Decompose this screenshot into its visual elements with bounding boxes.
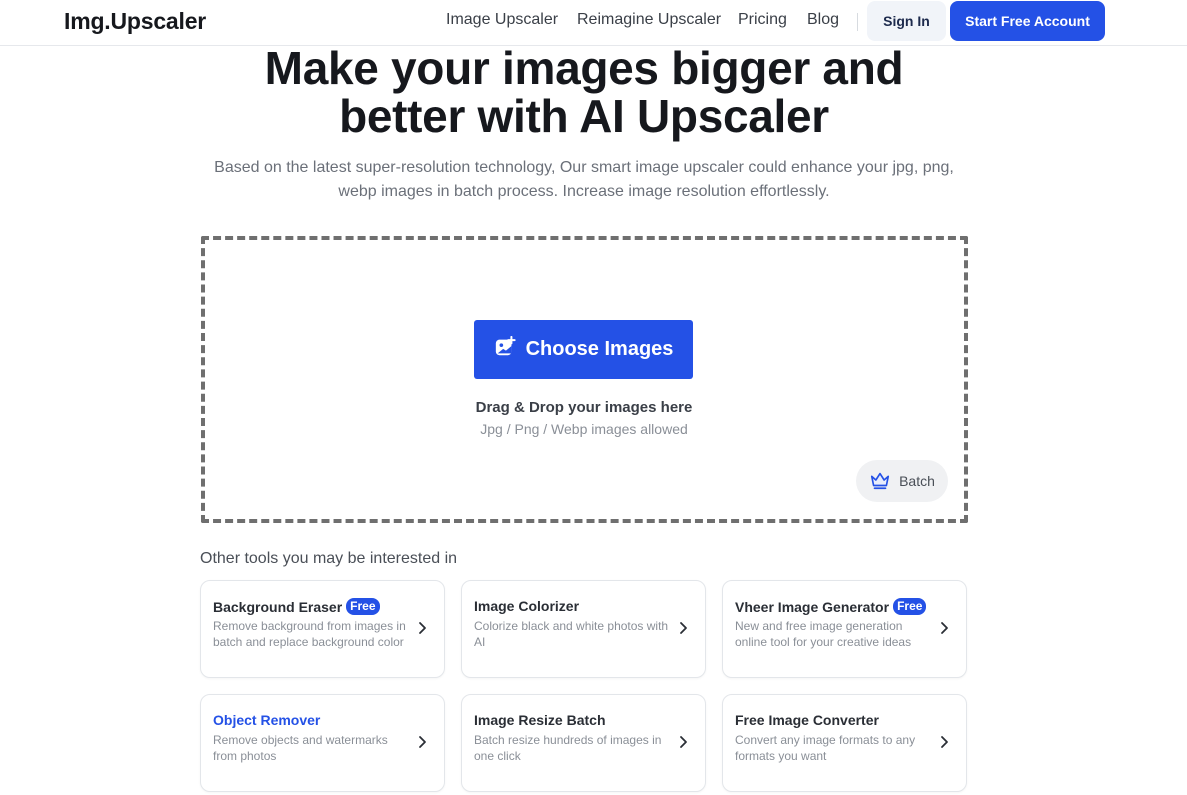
tool-card-title: Free Image Converter	[735, 712, 879, 728]
free-badge: Free	[346, 598, 380, 615]
nav-divider	[857, 13, 858, 31]
start-free-account-button[interactable]: Start Free Account	[950, 1, 1105, 41]
tool-card-description: Batch resize hundreds of images in one c…	[474, 733, 662, 763]
tool-card-description: Remove objects and watermarks from photo…	[213, 733, 388, 763]
hero-subtitle: Based on the latest super-resolution tec…	[200, 156, 968, 204]
free-badge: Free	[893, 598, 927, 615]
nav-link-image-upscaler[interactable]: Image Upscaler	[446, 11, 558, 29]
image-dropzone[interactable]	[201, 236, 968, 523]
choose-images-label: Choose Images	[525, 338, 674, 360]
tool-card-description: Colorize black and white photos with AI	[474, 619, 669, 649]
batch-button[interactable]: Batch	[856, 460, 948, 502]
chevron-right-icon	[419, 622, 426, 634]
chevron-right-icon	[941, 736, 948, 748]
hero-title-line-1: Make your images bigger and	[264, 42, 904, 94]
batch-label: Batch	[899, 473, 935, 489]
tool-card-background-eraser[interactable]: Background Eraser Free Remove background…	[200, 580, 445, 678]
top-nav-bar: Img.Upscaler Image Upscaler Reimagine Up…	[0, 0, 1187, 46]
add-image-icon	[494, 335, 516, 364]
other-tools-heading: Other tools you may be interested in	[200, 550, 458, 567]
tool-card-title: Object Remover	[213, 712, 321, 728]
tool-card-image-resize-batch[interactable]: Image Resize Batch Batch resize hundreds…	[461, 694, 706, 792]
tool-card-image-colorizer[interactable]: Image Colorizer Colorize black and white…	[461, 580, 706, 678]
tool-card-description: Remove background from images in batch a…	[213, 619, 406, 649]
allowed-formats-text: Jpg / Png / Webp images allowed	[480, 421, 688, 437]
tool-card-vheer-image-generator[interactable]: Vheer Image Generator Free New and free …	[722, 580, 967, 678]
site-logo[interactable]: Img.Upscaler	[64, 8, 206, 35]
chevron-right-icon	[680, 622, 687, 634]
nav-link-reimagine-upscaler[interactable]: Reimagine Upscaler	[577, 11, 721, 29]
chevron-right-icon	[680, 736, 687, 748]
tool-card-description: Convert any image formats to any formats…	[735, 733, 916, 763]
hero-subtitle-line-1: Based on the latest super-resolution tec…	[214, 159, 954, 176]
tool-card-title-text: Background Eraser	[213, 598, 343, 615]
chevron-right-icon	[941, 622, 948, 634]
hero-subtitle-line-2: webp images in batch process. Increase i…	[338, 183, 830, 200]
sign-in-button[interactable]: Sign In	[867, 1, 946, 41]
nav-link-blog[interactable]: Blog	[807, 11, 839, 29]
hero-title-line-2: better with AI Upscaler	[339, 90, 829, 142]
tool-card-description: New and free image generation online too…	[735, 619, 912, 649]
choose-images-button[interactable]: Choose Images	[474, 320, 693, 379]
drag-drop-text: Drag & Drop your images here	[475, 399, 693, 416]
tool-card-title: Image Colorizer	[474, 598, 580, 614]
tool-card-object-remover[interactable]: Object Remover Remove objects and waterm…	[200, 694, 445, 792]
chevron-right-icon	[419, 736, 426, 748]
tool-card-title-text: Vheer Image Generator	[735, 598, 890, 615]
tool-card-free-image-converter[interactable]: Free Image Converter Convert any image f…	[722, 694, 967, 792]
tool-card-title: Image Resize Batch	[474, 712, 606, 728]
tool-card-title: Background Eraser Free	[213, 598, 380, 615]
tool-card-title: Vheer Image Generator Free	[735, 598, 927, 615]
hero-title: Make your images bigger and better with …	[200, 44, 968, 140]
crown-icon	[869, 469, 891, 494]
nav-link-pricing[interactable]: Pricing	[738, 11, 787, 29]
